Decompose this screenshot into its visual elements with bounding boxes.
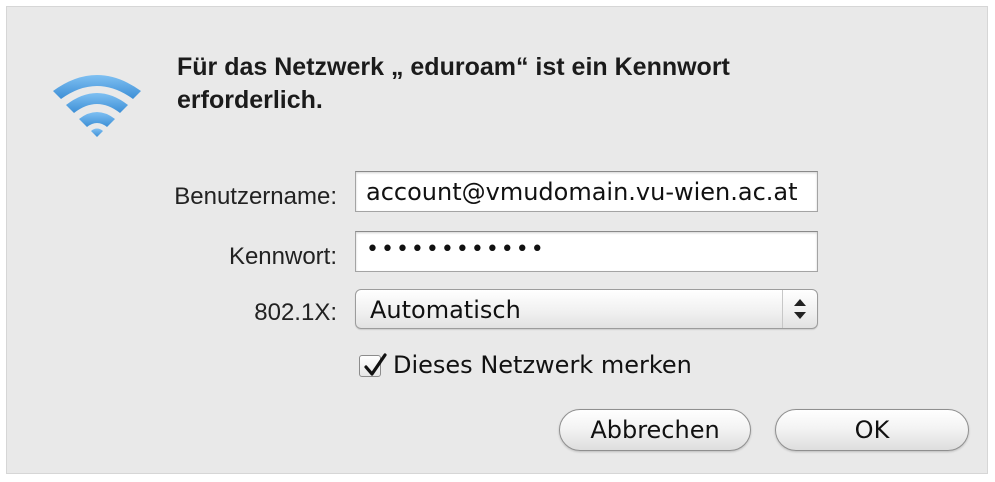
password-label: Kennwort: [228, 243, 337, 270]
wifi-icon [53, 75, 141, 137]
dialog-title: Für das Netzwerk „ eduroam“ ist ein Kenn… [177, 53, 730, 114]
ok-button[interactable]: OK [775, 409, 969, 451]
cancel-button[interactable]: Abbrechen [559, 409, 751, 451]
network-password-dialog: Für das Netzwerk „ eduroam“ ist ein Kenn… [6, 6, 988, 474]
checkmark-icon [364, 353, 387, 376]
eap-select-value: Automatisch [370, 296, 521, 324]
eap-select[interactable]: Automatisch [355, 289, 818, 329]
username-label: Benutzername: [174, 183, 337, 210]
eap-label: 802.1X: [254, 299, 337, 326]
password-field[interactable]: •••••••••••• [355, 231, 818, 272]
remember-network-checkbox[interactable] [359, 353, 387, 377]
username-field[interactable]: account@vmudomain.vu-wien.ac.at [355, 171, 818, 212]
remember-network-label: Dieses Netzwerk merken [393, 351, 692, 379]
up-down-arrows-icon [782, 290, 806, 328]
